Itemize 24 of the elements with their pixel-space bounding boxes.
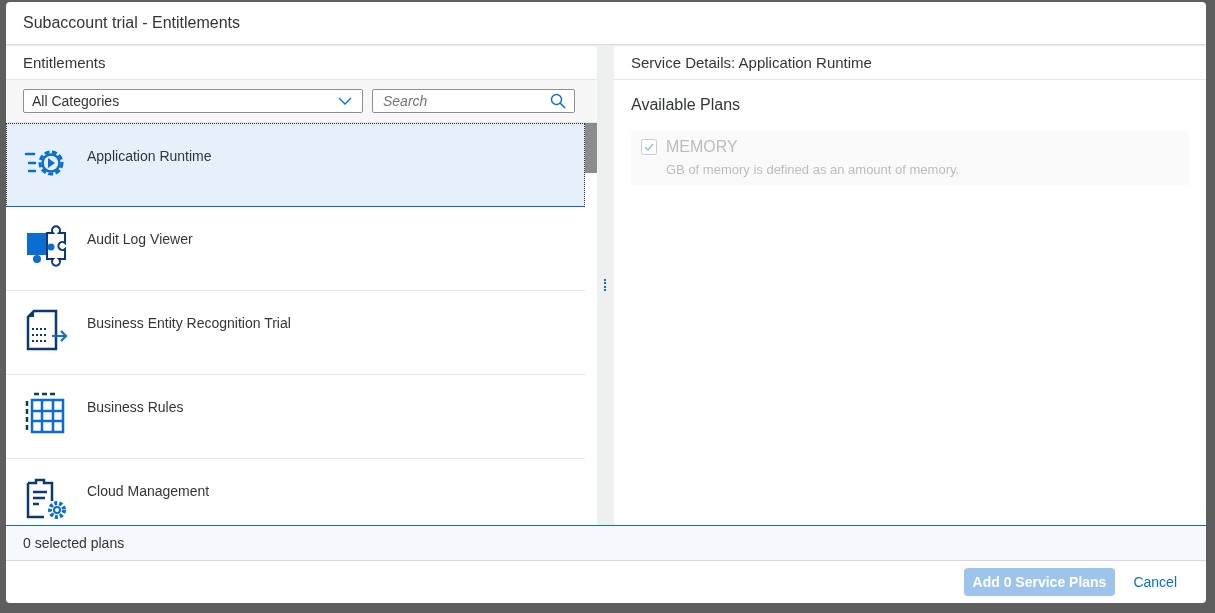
service-item[interactable]: Application Runtime (6, 123, 585, 207)
search-field[interactable]: Search (372, 89, 575, 113)
service-name: Business Rules (87, 399, 184, 415)
pane-title: Entitlements (23, 53, 106, 71)
plan-description: GB of memory is defined as an amount of memory. (666, 162, 961, 177)
cancel-button[interactable]: Cancel (1124, 568, 1186, 596)
details-title: Service Details: Application Runtime (631, 53, 872, 71)
plan-name: MEMORY (666, 138, 738, 156)
service-name: Application Runtime (87, 148, 212, 164)
service-name: Audit Log Viewer (87, 231, 193, 247)
section-title: Available Plans (631, 96, 742, 114)
dialog-title: Subaccount trial - Entitlements (23, 14, 240, 32)
service-item[interactable]: Business Rules (6, 375, 585, 459)
scrollbar[interactable] (585, 123, 597, 173)
splitter-handle[interactable] (597, 45, 614, 525)
category-select[interactable]: All Categories (23, 89, 363, 113)
chevron-down-icon (338, 97, 352, 105)
status-text: 0 selected plans (23, 535, 125, 551)
service-name: Business Entity Recognition Trial (87, 315, 291, 331)
document-arrow-icon (24, 307, 70, 353)
service-name: Cloud Management (87, 483, 210, 499)
service-item[interactable]: Audit Log Viewer (6, 207, 585, 291)
search-icon (550, 93, 566, 109)
service-item[interactable]: Business Entity Recognition Trial (6, 291, 585, 375)
